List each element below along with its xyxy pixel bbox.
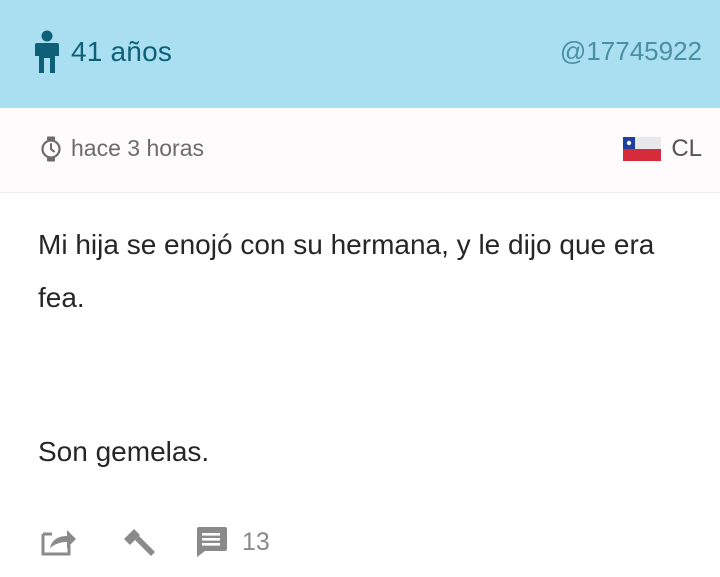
post-meta: hace 3 horas CL: [0, 108, 720, 193]
post-country: CL: [623, 135, 702, 163]
person-icon: [35, 30, 59, 73]
share-icon: [41, 530, 76, 556]
hammer-button[interactable]: [122, 527, 156, 557]
post-time: hace 3 horas: [40, 135, 204, 162]
post-body: Mi hija se enojó con su hermana, y le di…: [38, 229, 655, 313]
time-label: hace 3 horas: [71, 135, 204, 161]
hammer-icon: [124, 529, 155, 556]
clock-icon: [41, 136, 61, 161]
chile-flag-icon: [623, 137, 662, 161]
comment-icon: [197, 527, 227, 557]
age-label: 41 años: [71, 36, 173, 67]
post-punchline: Son gemelas.: [38, 436, 210, 467]
comments-button[interactable]: 13: [194, 526, 270, 558]
share-button[interactable]: [40, 527, 78, 557]
user-id[interactable]: @17745922: [560, 36, 702, 67]
comment-count: 13: [242, 527, 270, 556]
post-actions: 13: [40, 520, 270, 564]
country-code: CL: [671, 135, 702, 162]
post-header: 41 años @17745922: [0, 0, 720, 108]
author-age: 41 años: [33, 30, 172, 74]
